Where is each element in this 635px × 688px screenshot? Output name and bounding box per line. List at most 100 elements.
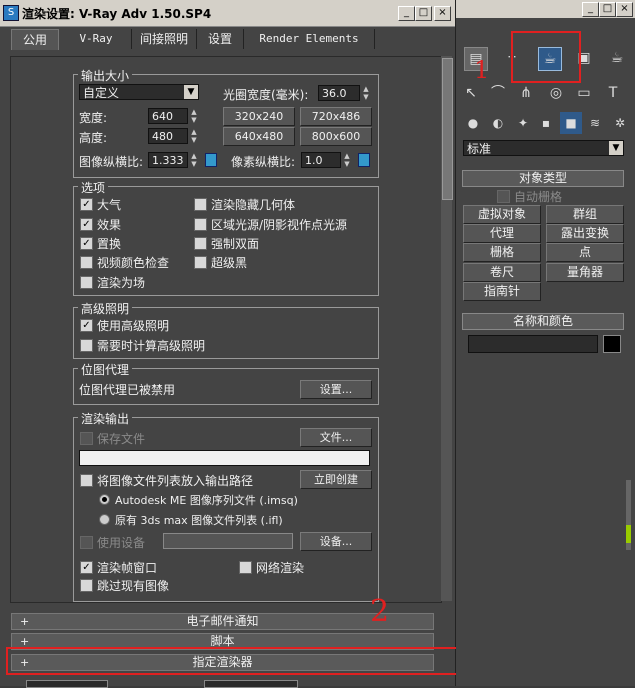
object-name-field[interactable] <box>468 335 598 353</box>
tab-settings[interactable]: 设置 <box>197 29 244 49</box>
autogrid-checkbox[interactable] <box>497 190 510 203</box>
pixel-aspect-field[interactable]: 1.0 <box>301 152 341 168</box>
grid-button[interactable]: 栅格 <box>463 243 541 262</box>
tape-button[interactable]: 卷尺 <box>463 263 541 282</box>
scrollbar-thumb[interactable] <box>442 58 453 200</box>
render-hidden-geometry-checkbox[interactable] <box>194 198 207 211</box>
render-output-title: 渲染输出 <box>78 410 133 427</box>
lock-icon[interactable] <box>358 153 370 167</box>
image-aspect-field[interactable]: 1.333 <box>148 152 188 168</box>
title-bar: S 渲染设置: V-Ray Adv 1.50.SP4 _ □ × <box>0 0 455 27</box>
device-field[interactable] <box>163 533 293 549</box>
group-button[interactable]: 群组 <box>546 205 624 224</box>
super-black-label: 超级黑 <box>211 256 248 270</box>
highlight-box-assign-renderer <box>6 647 498 675</box>
atmosphere-checkbox[interactable]: ✓ <box>80 198 93 211</box>
put-image-list-checkbox[interactable] <box>80 474 93 487</box>
preset-640x480-button[interactable]: 640x480 <box>223 127 295 146</box>
skip-existing-checkbox[interactable] <box>80 579 93 592</box>
object-color-swatch[interactable] <box>603 335 621 353</box>
use-advanced-lighting-checkbox[interactable]: ✓ <box>80 319 93 332</box>
restore-button[interactable]: □ <box>599 2 616 17</box>
expose-transform-button[interactable]: 露出变换 <box>546 224 624 243</box>
rendered-frame-window-checkbox[interactable]: ✓ <box>80 561 93 574</box>
space-warps-icon[interactable]: ≋ <box>584 112 606 134</box>
bottom-control[interactable] <box>204 680 298 688</box>
display-icon[interactable]: ▭ <box>573 82 595 104</box>
object-type-header[interactable]: 对象类型 <box>462 170 624 187</box>
video-color-check-checkbox[interactable] <box>80 256 93 269</box>
tab-common[interactable]: 公用 <box>11 29 59 50</box>
annotation-number-1: 1 <box>474 56 490 84</box>
image-aspect-spinner-icon[interactable]: ▲ ▼ <box>190 152 198 168</box>
effects-checkbox[interactable]: ✓ <box>80 218 93 231</box>
close-button[interactable]: × <box>434 6 451 21</box>
close-button[interactable]: × <box>616 2 633 17</box>
hierarchy-icon[interactable]: ⋔ <box>515 82 537 104</box>
maximize-button[interactable]: □ <box>415 6 432 21</box>
tab-render-elements[interactable]: Render Elements <box>244 29 375 49</box>
height-field[interactable]: 480 <box>148 128 188 144</box>
shapes-icon[interactable]: ◐ <box>487 112 509 134</box>
video-color-check-label: 视频颜色检查 <box>97 256 170 270</box>
area-lights-as-points-checkbox[interactable] <box>194 218 207 231</box>
tab-indirect-illumination[interactable]: 间接照明 <box>132 29 197 49</box>
net-render-label: 网络渲染 <box>256 561 305 575</box>
put-image-list-label: 将图像文件列表放入输出路径 <box>97 474 254 488</box>
autogrid-label: 自动栅格 <box>514 190 563 204</box>
helper-category-select[interactable]: 标准 ▼ <box>463 140 624 156</box>
height-label: 高度: <box>79 131 108 145</box>
create-now-button[interactable]: 立即创建 <box>300 470 372 489</box>
output-preset-select[interactable]: 自定义 ▼ <box>79 84 199 100</box>
render-to-fields-checkbox[interactable] <box>80 276 93 289</box>
height-spinner-icon[interactable]: ▲ ▼ <box>190 128 198 144</box>
modify-icon[interactable]: ⌒ <box>487 82 509 104</box>
bitmap-proxy-settings-button[interactable]: 设置... <box>300 380 372 399</box>
tab-vray[interactable]: V-Ray <box>61 29 132 49</box>
width-field[interactable]: 640 <box>148 108 188 124</box>
pixel-aspect-spinner-icon[interactable]: ▲ ▼ <box>343 152 351 168</box>
point-button[interactable]: 点 <box>546 243 624 262</box>
aperture-spinner-icon[interactable]: ▲ ▼ <box>362 85 370 101</box>
proxy-button[interactable]: 代理 <box>463 224 541 243</box>
imsq-radio[interactable] <box>99 494 110 505</box>
use-device-checkbox[interactable] <box>80 536 93 549</box>
cameras-icon[interactable]: ▪ <box>535 112 557 134</box>
lights-icon[interactable]: ✦ <box>512 112 534 134</box>
output-path-field[interactable] <box>79 450 370 466</box>
geometry-icon[interactable]: ● <box>462 112 484 134</box>
preset-720x486-button[interactable]: 720x486 <box>300 107 372 126</box>
compute-advanced-lighting-checkbox[interactable] <box>80 339 93 352</box>
displacement-checkbox[interactable]: ✓ <box>80 237 93 250</box>
bottom-control[interactable] <box>26 680 108 688</box>
minimize-button[interactable]: _ <box>398 6 415 21</box>
files-button[interactable]: 文件... <box>300 428 372 447</box>
app-icon: S <box>3 5 19 21</box>
width-spinner-icon[interactable]: ▲ ▼ <box>190 108 198 124</box>
net-render-checkbox[interactable] <box>239 561 252 574</box>
output-preset-value: 自定义 <box>83 86 120 100</box>
chevron-down-icon: ▼ <box>184 85 198 99</box>
scroll-indicator <box>626 525 631 543</box>
create-icon[interactable]: ↖ <box>460 82 482 104</box>
helpers-icon[interactable]: ■ <box>560 112 582 134</box>
minimize-button[interactable]: _ <box>582 2 599 17</box>
aperture-width-label: 光圈宽度(毫米): <box>223 88 309 102</box>
ifl-radio[interactable] <box>99 514 110 525</box>
force-2-sided-checkbox[interactable] <box>194 237 207 250</box>
preset-800x600-button[interactable]: 800x600 <box>300 127 372 146</box>
utilities-icon[interactable]: T <box>602 82 624 104</box>
super-black-checkbox[interactable] <box>194 256 207 269</box>
lock-icon[interactable] <box>205 153 217 167</box>
protractor-button[interactable]: 量角器 <box>546 263 624 282</box>
aperture-width-field[interactable]: 36.0 <box>318 85 360 101</box>
save-file-checkbox[interactable] <box>80 432 93 445</box>
motion-icon[interactable]: ◎ <box>545 82 567 104</box>
preset-320x240-button[interactable]: 320x240 <box>223 107 295 126</box>
quick-render-icon[interactable]: ☕ <box>606 47 628 69</box>
name-color-header[interactable]: 名称和颜色 <box>462 313 624 330</box>
systems-icon[interactable]: ✲ <box>609 112 631 134</box>
dummy-button[interactable]: 虚拟对象 <box>463 205 541 224</box>
devices-button[interactable]: 设备... <box>300 532 372 551</box>
compass-button[interactable]: 指南针 <box>463 282 541 301</box>
